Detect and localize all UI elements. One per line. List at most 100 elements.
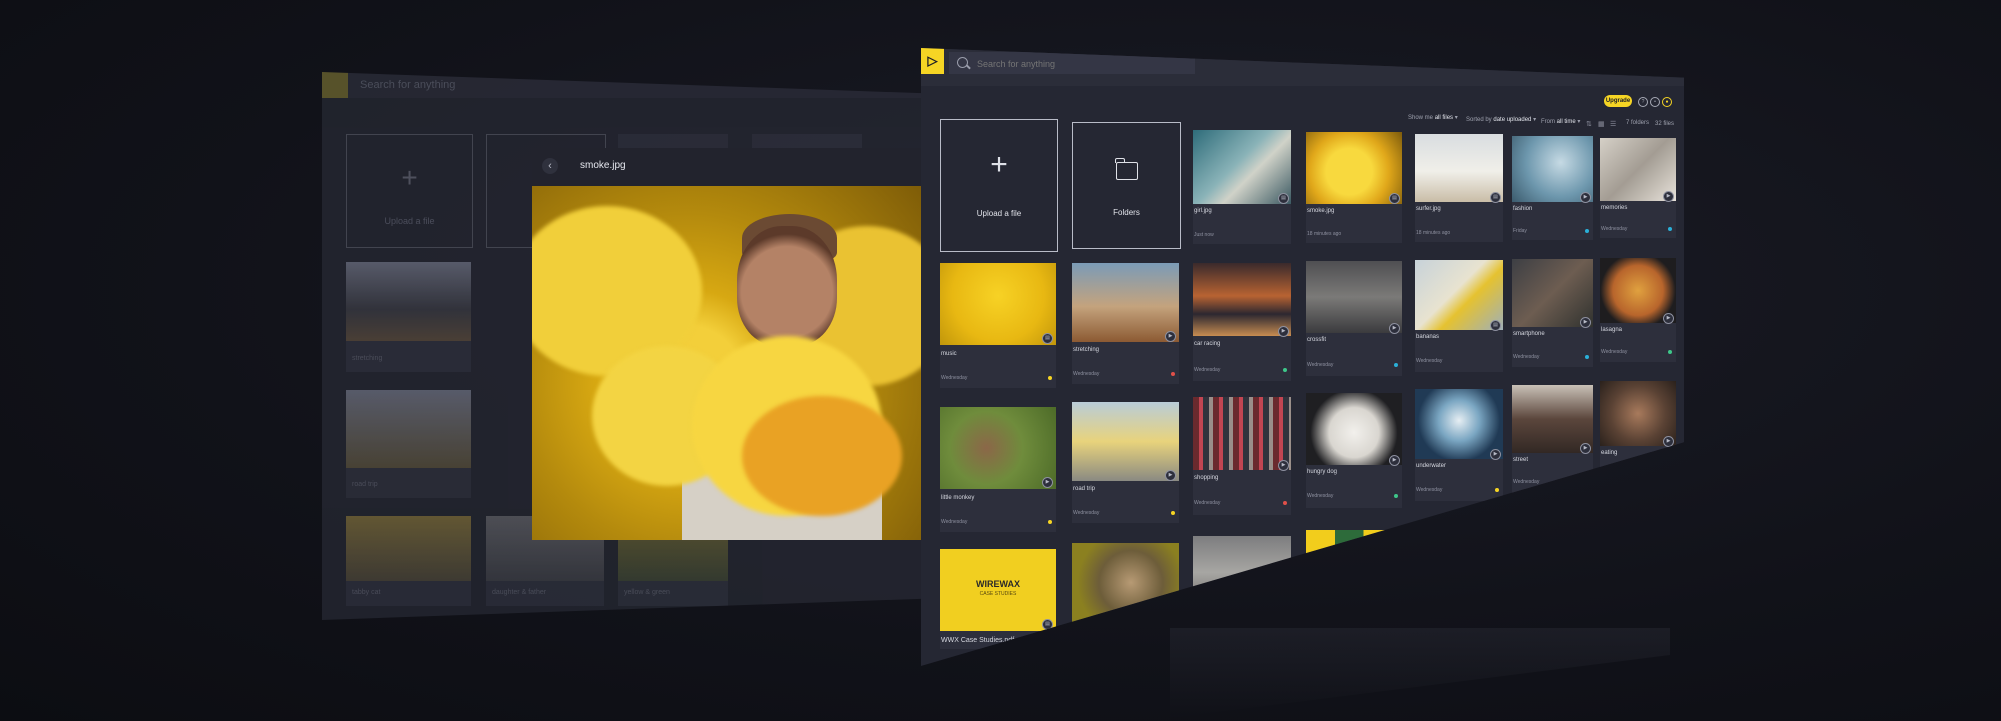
media-library-window: ▷ Upgrade ? • ● Show me all files ▾ Sort… <box>921 48 1684 666</box>
video-icon: ▶ <box>1389 323 1400 334</box>
search-bar[interactable] <box>949 52 1195 74</box>
plus-icon: + <box>401 161 418 193</box>
video-icon: ▶ <box>1663 436 1674 447</box>
stage: Search for anything + Upload a file stre… <box>0 0 2001 721</box>
thumb-title: WIREWAX <box>976 579 1020 589</box>
video-icon: ▶ <box>1042 477 1053 488</box>
preview-header: ‹ smoke.jpg <box>532 148 922 186</box>
file-tile[interactable]: ▶ little monkey Wednesday <box>940 407 1056 532</box>
file-tile[interactable]: ▤ smoke.jpg 18 minutes ago <box>1306 132 1402 243</box>
file-tile[interactable]: ▶ dog on green <box>1415 524 1503 609</box>
file-tile[interactable]: ▶ fashion Friday <box>1512 136 1593 240</box>
help-icon[interactable]: ? <box>1638 97 1648 107</box>
file-tile[interactable]: ▶ stretching Wednesday <box>1072 263 1179 384</box>
upload-file-label: Upload a file <box>976 209 1022 219</box>
file-tile[interactable]: ▶ smartphone Wednesday <box>1512 259 1593 367</box>
file-tile[interactable]: ▶ lasagna Wednesday <box>1600 258 1676 362</box>
file-tile[interactable]: ▤ bananas Wednesday <box>1415 260 1503 372</box>
video-icon: ▶ <box>1278 599 1289 610</box>
date-filter[interactable]: From all time ▾ <box>1541 118 1580 125</box>
list-view-icon[interactable]: ☰ <box>1610 120 1616 128</box>
video-icon: ▶ <box>1580 317 1591 328</box>
search-icon <box>957 57 968 68</box>
status-dot <box>1394 494 1398 498</box>
grid-view-icon[interactable]: ▦ <box>1598 120 1605 128</box>
upgrade-button[interactable]: Upgrade <box>1604 95 1632 107</box>
bell-icon[interactable]: • <box>1650 97 1660 107</box>
file-tile[interactable]: WIREWAX CASE STUDIES ▤ WWX Case Studies.… <box>940 549 1056 649</box>
show-filter[interactable]: Show me all files ▾ <box>1408 114 1458 121</box>
file-tile[interactable]: ▶ daughter & father <box>1193 536 1291 628</box>
document-icon: ▤ <box>1042 333 1053 344</box>
document-icon: ▤ <box>1042 619 1053 630</box>
search-input[interactable] <box>975 54 1179 74</box>
status-dot <box>1283 501 1287 505</box>
user-icon[interactable]: ● <box>1662 97 1672 107</box>
file-tile[interactable]: ▶ jump into water <box>1512 518 1593 600</box>
back-tile: stretching <box>346 262 471 372</box>
file-tile[interactable]: ▶ car racing Wednesday <box>1193 263 1291 381</box>
status-dot <box>1171 372 1175 376</box>
video-icon: ▶ <box>1580 443 1591 454</box>
video-icon: ▶ <box>1165 470 1176 481</box>
status-dot <box>1048 376 1052 380</box>
back-tile: tabby cat <box>346 516 471 606</box>
video-icon: ▶ <box>1165 611 1176 622</box>
video-icon: ▶ <box>1278 460 1289 471</box>
sort-filter[interactable]: Sorted by date uploaded ▾ <box>1466 116 1536 123</box>
thumb-subtitle: CASE STUDIES <box>979 591 1017 597</box>
wirewax-logo[interactable]: ▷ <box>921 48 944 74</box>
image-preview-dialog: ‹ smoke.jpg <box>532 148 922 540</box>
file-tile[interactable]: ▤ girl.jpg Just now <box>1193 130 1291 244</box>
video-icon: ▶ <box>1663 191 1674 202</box>
file-tile[interactable]: ▶ street Wednesday <box>1512 385 1593 493</box>
back-search-placeholder: Search for anything <box>360 79 456 91</box>
file-tile[interactable]: ▶ hungry dog Wednesday <box>1306 393 1402 508</box>
sort-order-icon[interactable]: ⇅ <box>1586 120 1592 128</box>
plus-icon: + <box>990 147 1008 181</box>
folder-icon <box>1115 157 1138 180</box>
back-tile: road trip <box>346 390 471 498</box>
file-tile[interactable]: ▶ underwater Wednesday <box>1415 389 1503 501</box>
preview-image <box>532 186 922 540</box>
status-dot <box>1585 229 1589 233</box>
folders-count: 7 folders <box>1626 120 1650 126</box>
status-dot <box>1585 480 1589 484</box>
video-icon: ▶ <box>1278 326 1289 337</box>
file-tile[interactable]: ▶ yellow & green <box>1306 530 1402 618</box>
video-icon: ▶ <box>1389 592 1400 603</box>
back-upload-tile: + Upload a file <box>346 134 473 248</box>
status-dot <box>1495 488 1499 492</box>
file-tile[interactable]: ▶ diving <box>1600 512 1676 590</box>
status-dot <box>1668 350 1672 354</box>
status-dot <box>1585 355 1589 359</box>
document-icon: ▤ <box>1490 320 1501 331</box>
video-icon: ▶ <box>1580 576 1591 587</box>
file-tile[interactable]: ▶ memories Wednesday <box>1600 138 1676 238</box>
preview-title: smoke.jpg <box>580 160 626 171</box>
folders-tile[interactable]: Folders <box>1072 122 1181 249</box>
file-tile[interactable]: ▶ tabby cat <box>1072 543 1179 639</box>
folders-label: Folders <box>1113 208 1140 217</box>
document-icon: ▤ <box>1278 193 1289 204</box>
file-tile[interactable]: ▤ music Wednesday <box>940 263 1056 388</box>
files-count: 32 files <box>1655 121 1675 127</box>
file-tile[interactable]: ▶ road trip Wednesday <box>1072 402 1179 523</box>
file-tile[interactable]: ▤ surfer.jpg 18 minutes ago <box>1415 134 1503 242</box>
status-dot <box>1394 363 1398 367</box>
video-icon: ▶ <box>1663 313 1674 324</box>
document-icon: ▤ <box>1490 192 1501 203</box>
file-tile[interactable]: ▶ shopping Wednesday <box>1193 397 1291 515</box>
chevron-left-icon[interactable]: ‹ <box>542 158 558 174</box>
file-tile[interactable]: ▶ crossfit Wednesday <box>1306 261 1402 376</box>
upload-file-tile[interactable]: + Upload a file <box>940 119 1058 252</box>
video-icon: ▶ <box>1490 449 1501 460</box>
back-logo <box>322 72 348 98</box>
status-dot <box>1283 368 1287 372</box>
status-dot <box>1048 520 1052 524</box>
file-tile[interactable]: ▶ eating Wednesday <box>1600 381 1676 485</box>
video-icon: ▶ <box>1490 584 1501 595</box>
top-bar: ▷ <box>921 48 1684 86</box>
video-icon: ▶ <box>1389 455 1400 466</box>
back-upload-label: Upload a file <box>384 215 435 226</box>
